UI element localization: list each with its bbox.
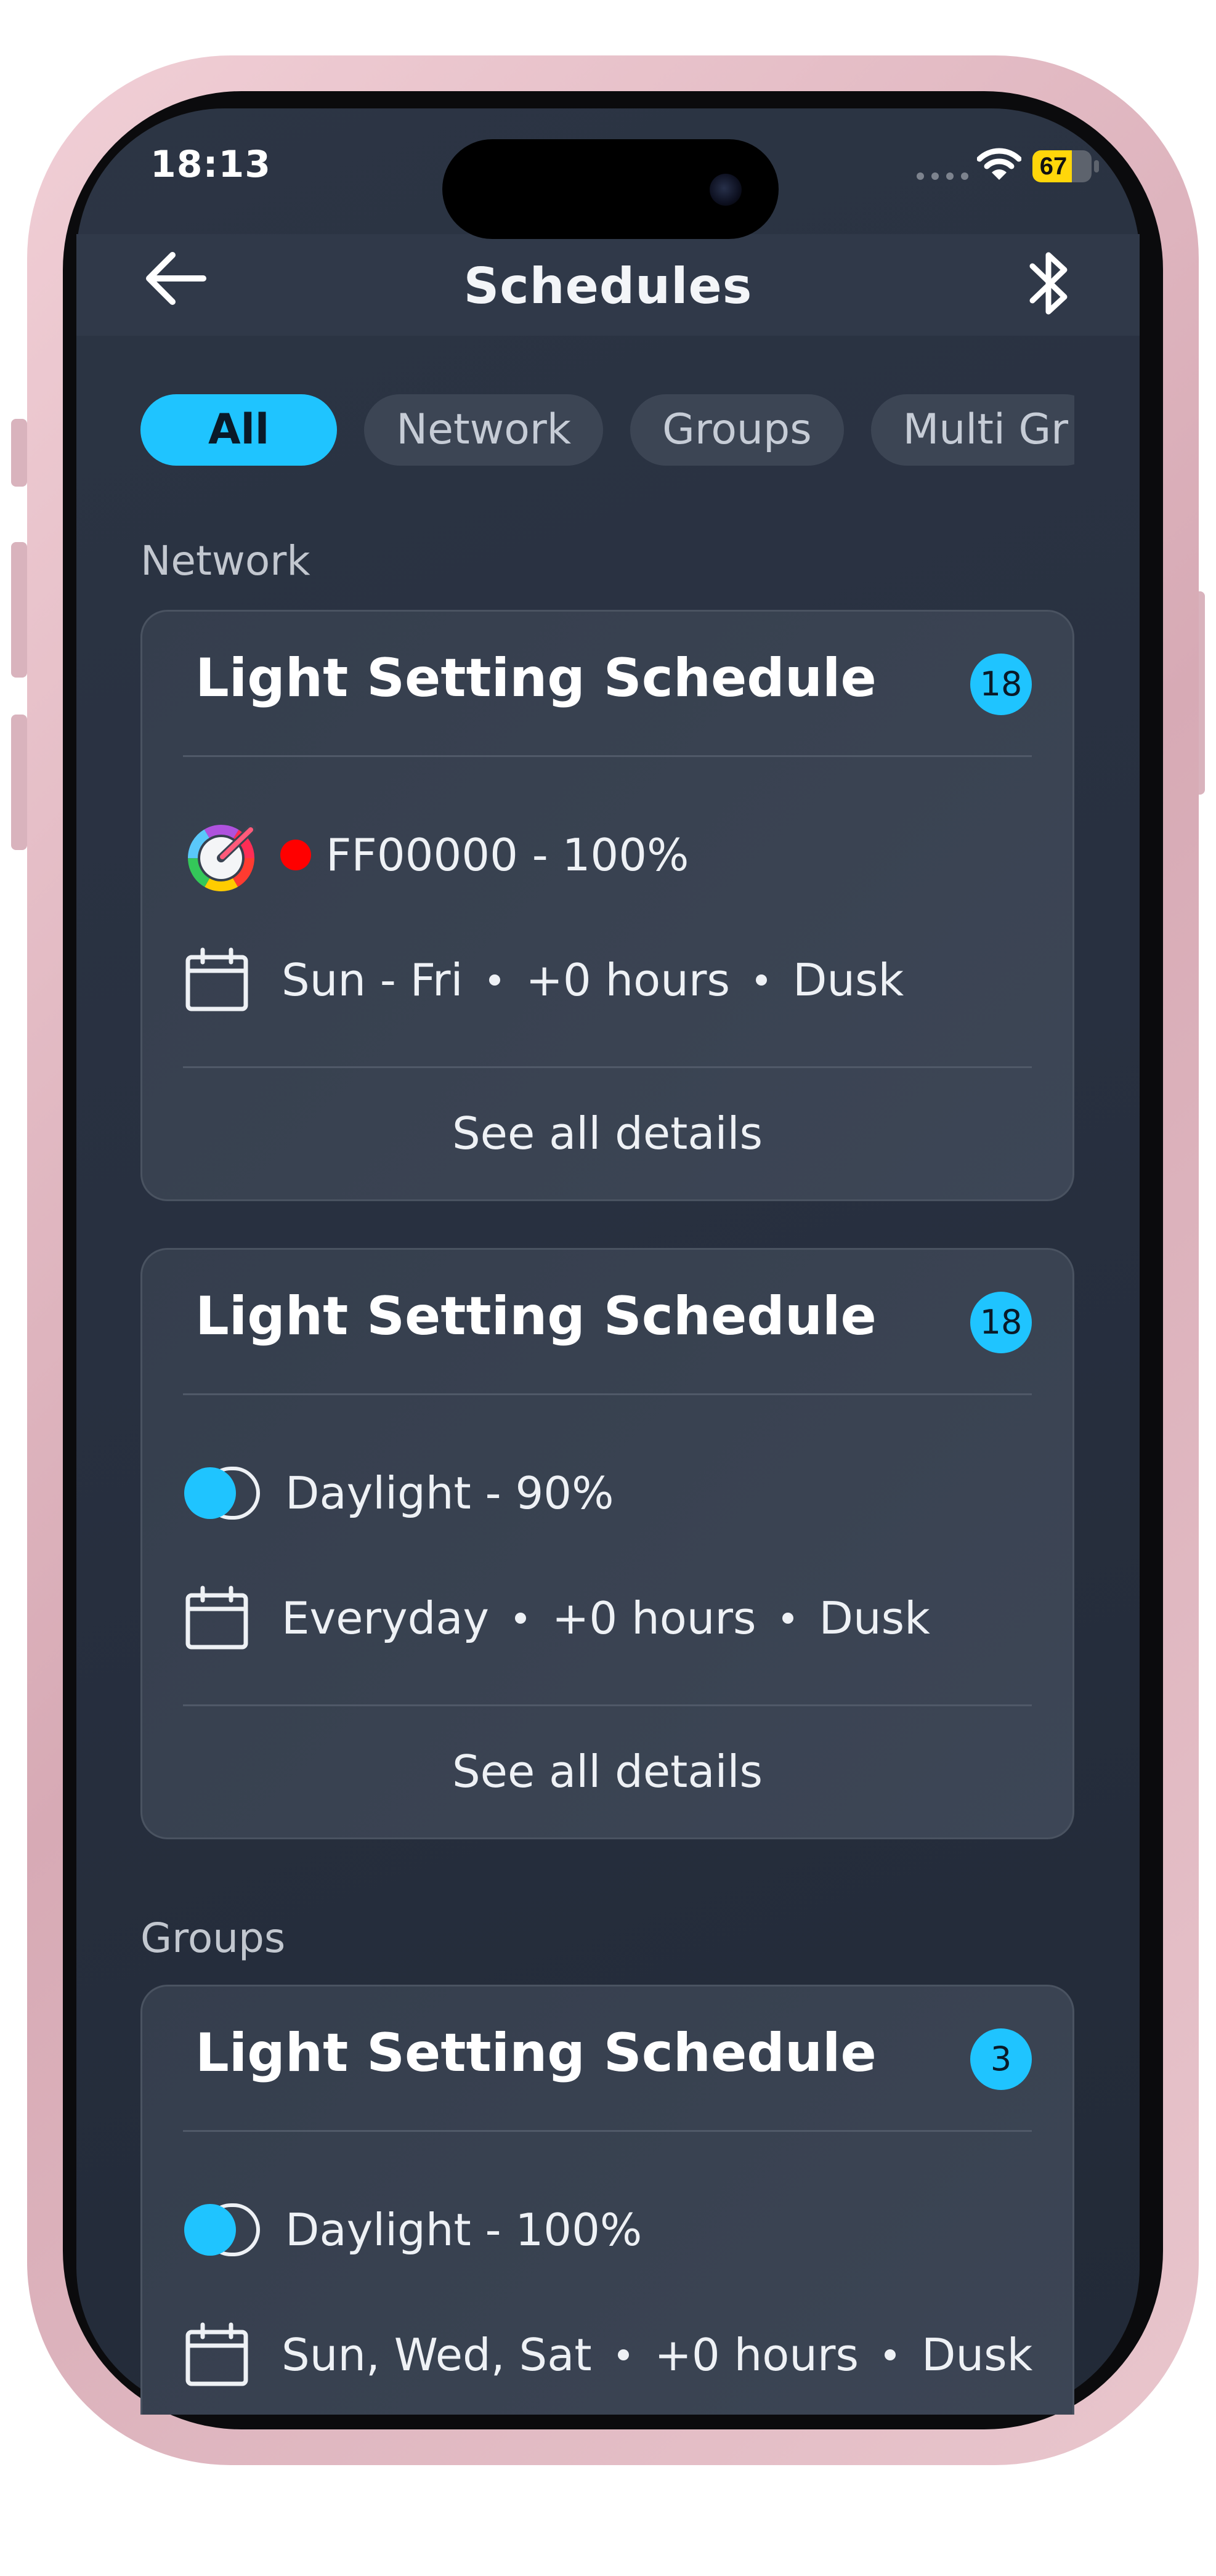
schedule-days: Sun, Wed, Sat bbox=[282, 2329, 592, 2381]
dynamic-island bbox=[442, 139, 779, 239]
card-title: Light Setting Schedule bbox=[195, 647, 877, 709]
separator-dot bbox=[885, 2349, 896, 2360]
schedule-card[interactable]: Light Setting Schedule 18 Daylight - 90%… bbox=[140, 1248, 1074, 1839]
light-setting-text: Daylight - 90% bbox=[285, 1467, 614, 1519]
schedule-days: Everyday bbox=[282, 1592, 490, 1644]
wifi-icon bbox=[977, 148, 1021, 180]
color-wheel-icon bbox=[188, 824, 256, 891]
schedule-row: Everyday +0 hours Dusk bbox=[183, 1581, 930, 1655]
battery-icon: 67 bbox=[1032, 150, 1092, 182]
separator-dot bbox=[515, 1613, 527, 1624]
separator-dot bbox=[488, 974, 500, 986]
schedule-offset: +0 hours bbox=[525, 954, 730, 1006]
status-time: 18:13 bbox=[150, 143, 271, 186]
daylight-toggle-icon bbox=[184, 1467, 260, 1520]
count-badge: 18 bbox=[970, 654, 1032, 715]
color-swatch bbox=[280, 840, 311, 870]
volume-up-button bbox=[11, 542, 27, 678]
light-setting-row: FF00000 - 100% bbox=[183, 815, 689, 895]
schedule-trigger: Dusk bbox=[819, 1592, 930, 1644]
cellular-signal-icon bbox=[917, 172, 968, 180]
calendar-icon bbox=[185, 947, 248, 1011]
schedule-offset: +0 hours bbox=[654, 2329, 859, 2381]
bluetooth-icon[interactable] bbox=[1025, 246, 1074, 320]
filter-chips: All Network Groups Multi Gr bbox=[140, 394, 1074, 469]
card-divider bbox=[183, 2130, 1032, 2132]
see-all-details-link[interactable]: See all details bbox=[142, 1108, 1072, 1159]
filter-chip-groups[interactable]: Groups bbox=[630, 394, 844, 466]
card-divider bbox=[183, 1704, 1032, 1706]
battery-level: 67 bbox=[1039, 153, 1068, 180]
volume-down-button bbox=[11, 715, 27, 850]
battery-tip bbox=[1094, 160, 1099, 172]
calendar-icon bbox=[185, 2322, 248, 2386]
schedule-row: Sun, Wed, Sat +0 hours Dusk bbox=[183, 2318, 1032, 2392]
schedule-row: Sun - Fri +0 hours Dusk bbox=[183, 943, 904, 1017]
count-badge: 18 bbox=[970, 1292, 1032, 1353]
light-setting-text: Daylight - 100% bbox=[285, 2204, 642, 2256]
card-title: Light Setting Schedule bbox=[195, 2022, 877, 2084]
filter-chip-all[interactable]: All bbox=[140, 394, 338, 466]
separator-dot bbox=[782, 1613, 793, 1624]
light-setting-row: Daylight - 100% bbox=[183, 2190, 642, 2270]
section-label-groups: Groups bbox=[140, 1914, 286, 1962]
schedule-card[interactable]: Light Setting Schedule 3 Daylight - 100%… bbox=[140, 1985, 1074, 2415]
separator-dot bbox=[755, 974, 767, 986]
section-label-network: Network bbox=[140, 537, 310, 585]
separator-dot bbox=[617, 2349, 629, 2360]
camera-lens bbox=[710, 174, 742, 206]
see-all-details-link[interactable]: See all details bbox=[142, 1746, 1072, 1797]
filter-chip-network[interactable]: Network bbox=[364, 394, 604, 466]
schedule-trigger: Dusk bbox=[922, 2329, 1033, 2381]
schedule-trigger: Dusk bbox=[792, 954, 904, 1006]
card-divider bbox=[183, 1393, 1032, 1395]
daylight-toggle-icon bbox=[184, 2203, 260, 2256]
calendar-icon bbox=[185, 1586, 248, 1650]
schedule-offset: +0 hours bbox=[552, 1592, 756, 1644]
count-badge: 3 bbox=[970, 2028, 1032, 2090]
light-setting-row: Daylight - 90% bbox=[183, 1453, 614, 1533]
card-divider bbox=[183, 1066, 1032, 1068]
filter-chip-multi-groups[interactable]: Multi Gr bbox=[870, 394, 1074, 466]
schedule-card[interactable]: Light Setting Schedule 18 FF00000 - 100%… bbox=[140, 610, 1074, 1201]
light-setting-text: FF00000 - 100% bbox=[326, 829, 689, 881]
action-button bbox=[11, 419, 27, 487]
card-title: Light Setting Schedule bbox=[195, 1286, 877, 1347]
card-divider bbox=[183, 755, 1032, 757]
schedule-days: Sun - Fri bbox=[282, 954, 463, 1006]
